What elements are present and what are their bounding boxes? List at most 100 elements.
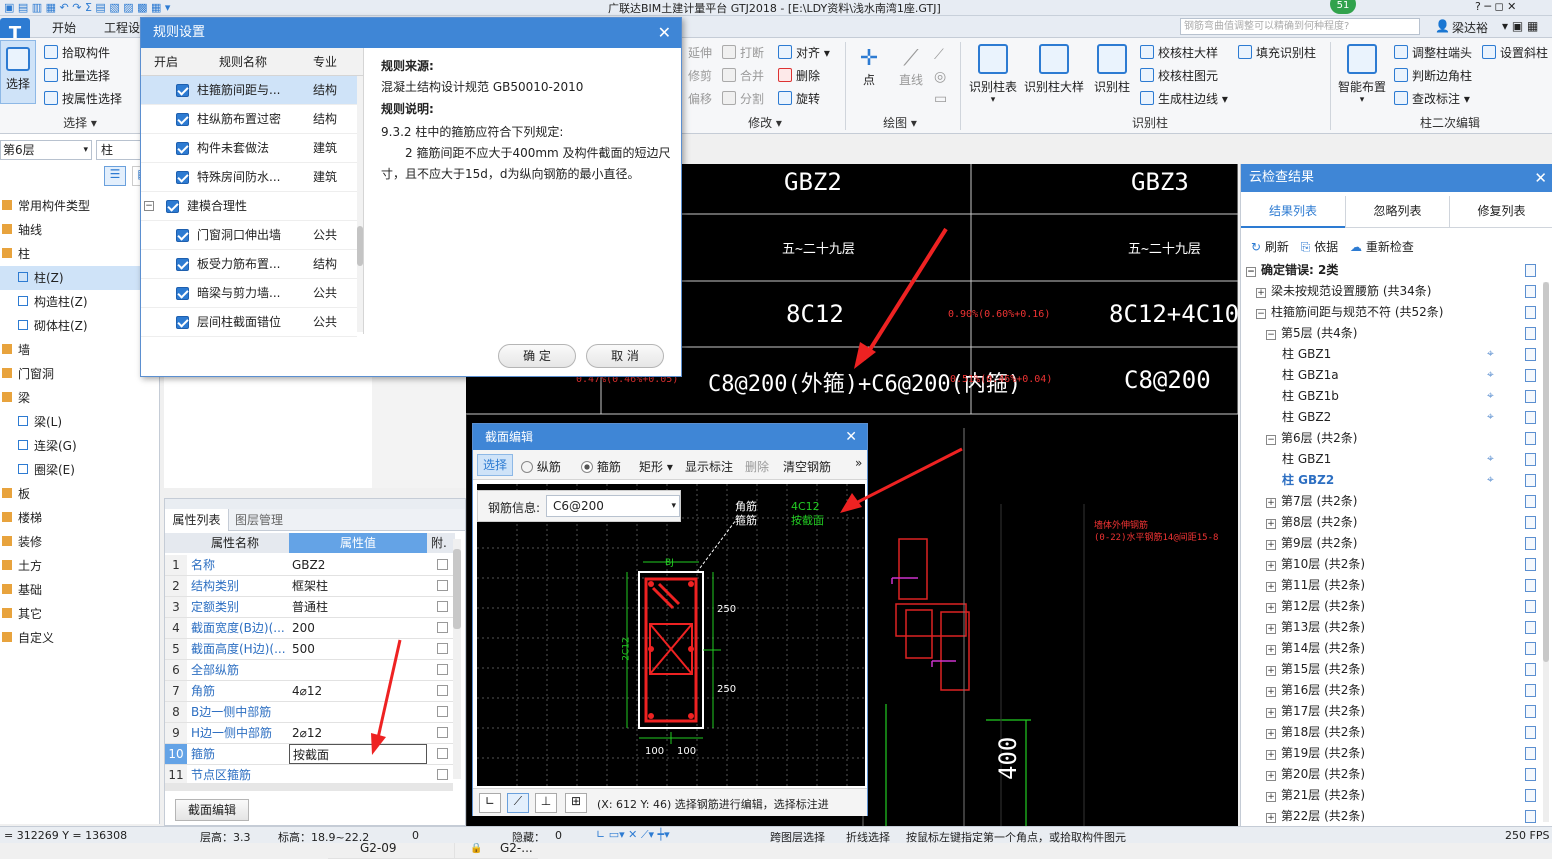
trim-button[interactable]: 修剪 [688,67,712,84]
tab-layer-management[interactable]: 图层管理 [235,509,283,531]
tab-fix-list[interactable]: 修复列表 [1449,196,1552,228]
expand-icon[interactable]: + [1266,750,1276,760]
adjust-column-end-button[interactable]: 调整柱端头 [1394,44,1472,61]
locate-icon[interactable]: ⌖ [1487,367,1494,382]
attach-checkbox[interactable] [437,559,448,570]
document-icon[interactable] [1525,579,1536,592]
result-group[interactable]: + 第14层 (共2条) [1266,638,1510,659]
expand-icon[interactable]: + [1266,729,1276,739]
tree-item[interactable]: 柱(Z) [0,266,140,290]
expand-icon[interactable]: + [1266,561,1276,571]
select-by-property-button[interactable]: 按属性选择 [44,90,122,107]
result-group[interactable]: − 确定错误: 2类 [1246,260,1510,281]
rule-checkbox[interactable] [166,200,179,213]
property-scrollbar[interactable] [453,539,461,779]
rule-row[interactable]: 门窗洞口伸出墙 公共 [141,221,357,250]
recognize-column-button[interactable]: 识别柱 [1090,44,1134,95]
rule-row[interactable]: 构件未套做法 建筑 [141,134,357,163]
select-group-label[interactable]: 选择 ▾ [20,114,140,131]
draw-point-button[interactable]: ✛ 点 [854,46,884,88]
collapse-icon[interactable]: − [144,201,154,211]
tab-ignore-list[interactable]: 忽略列表 [1345,196,1449,228]
quick-access-icons[interactable]: ▣ ▤ ▥ ▦ ↶ ↷ Σ ▤ ▧ ▨ ▩ ▦ ▾ [4,1,170,14]
stirrup-radio[interactable]: 箍筋 [581,458,621,475]
tree-item[interactable]: 砌体柱(Z) [0,314,140,338]
ortho-icon[interactable]: ∟ [479,793,501,813]
result-item[interactable]: 柱 GBZ1a [1282,365,1510,386]
document-icon[interactable] [1525,432,1536,445]
locate-icon[interactable]: ⌖ [1487,346,1494,361]
attach-checkbox[interactable] [437,601,448,612]
result-group[interactable]: + 第18层 (共2条) [1266,722,1510,743]
rotate-button[interactable]: 旋转 [778,90,820,107]
result-group[interactable]: + 第9层 (共2条) [1266,533,1510,554]
delete-button[interactable]: 删除 [778,67,820,84]
document-icon[interactable] [1525,600,1536,613]
help-search-input[interactable]: 钢筋弯曲值调整可以精确到何种程度? [1180,18,1420,35]
break-button[interactable]: 打断 [722,44,764,61]
result-item[interactable]: 柱 GBZ2 [1282,470,1510,491]
attach-checkbox[interactable] [437,664,448,675]
close-icon[interactable]: ✕ [1534,164,1547,192]
rule-checkbox[interactable] [176,287,189,300]
rule-row[interactable]: − 建模合理性 [141,192,357,221]
rule-row[interactable]: 板受力筋布置... 结构 [141,250,357,279]
expand-icon[interactable]: + [1266,582,1276,592]
rectangle-dropdown[interactable]: 矩形 ▾ [639,458,673,475]
rule-row[interactable]: 柱箍筋间距与... 结构 [141,76,357,105]
document-icon[interactable] [1525,285,1536,298]
check-column-detail-button[interactable]: 校核柱大样 [1140,44,1218,61]
document-icon[interactable] [1525,642,1536,655]
expand-icon[interactable]: + [1266,771,1276,781]
result-group[interactable]: + 第13层 (共2条) [1266,617,1510,638]
document-icon[interactable] [1525,390,1536,403]
tree-item[interactable]: 基础 [0,578,140,602]
user-name[interactable]: 梁达裕 [1452,19,1488,36]
locate-icon[interactable]: ⌖ [1487,451,1494,466]
basis-button[interactable]: ⎘ 依据 [1301,240,1338,254]
expand-icon[interactable]: + [1266,519,1276,529]
expand-icon[interactable]: + [1266,792,1276,802]
expand-icon[interactable]: + [1266,624,1276,634]
document-icon[interactable] [1525,411,1536,424]
fill-recognize-column-button[interactable]: 填充识别柱 [1238,44,1316,61]
tree-item[interactable]: 装修 [0,530,140,554]
document-icon[interactable] [1525,747,1536,760]
rule-row[interactable]: 暗梁与剪力墙... 公共 [141,279,357,308]
tree-item[interactable]: 柱 [0,242,140,266]
result-item[interactable]: 柱 GBZ1b [1282,386,1510,407]
expand-icon[interactable]: + [1266,813,1276,823]
document-icon[interactable] [1525,558,1536,571]
attach-checkbox[interactable] [437,706,448,717]
recognize-column-detail-button[interactable]: 识别柱大样 [1022,44,1086,95]
result-group[interactable]: + 第16层 (共2条) [1266,680,1510,701]
draw-line-button[interactable]: ⟋ 直线 [894,46,928,88]
expand-icon[interactable]: + [1256,288,1266,298]
cloud-scrollbar[interactable] [1543,282,1549,822]
document-icon[interactable] [1525,348,1536,361]
split-button[interactable]: 分割 [722,90,764,107]
tree-item[interactable]: 梁 [0,386,140,410]
expand-icon[interactable]: + [1266,708,1276,718]
locate-icon[interactable]: ⌖ [1487,388,1494,403]
result-group[interactable]: − 第6层 (共2条) [1266,428,1510,449]
result-group[interactable]: + 梁未按规范设置腰筋 (共34条) [1256,281,1510,302]
query-label-button[interactable]: 查改标注 ▾ [1394,90,1470,107]
batch-select-button[interactable]: 批量选择 [44,67,110,84]
rule-checkbox[interactable] [176,113,189,126]
clear-rebar-button[interactable]: 清空钢筋 [783,458,831,475]
document-icon[interactable] [1525,705,1536,718]
close-icon[interactable]: ✕ [658,18,671,48]
rule-checkbox[interactable] [176,316,189,329]
status-tool-icons[interactable]: ∟ ▭▾ ✕ ⟋▾ ┿▾ [596,828,670,842]
result-group[interactable]: + 第17层 (共2条) [1266,701,1510,722]
document-icon[interactable] [1525,810,1536,823]
locate-icon[interactable]: ⌖ [1487,472,1494,487]
window-controls[interactable]: ? ─ ◻ ✕ [1475,0,1516,13]
section-edit-button[interactable]: 截面编辑 [175,799,249,821]
attach-checkbox[interactable] [437,580,448,591]
document-icon[interactable] [1525,327,1536,340]
set-inclined-column-button[interactable]: 设置斜柱 [1482,44,1548,61]
tree-item[interactable]: 梁(L) [0,410,140,434]
tree-item[interactable]: 土方 [0,554,140,578]
